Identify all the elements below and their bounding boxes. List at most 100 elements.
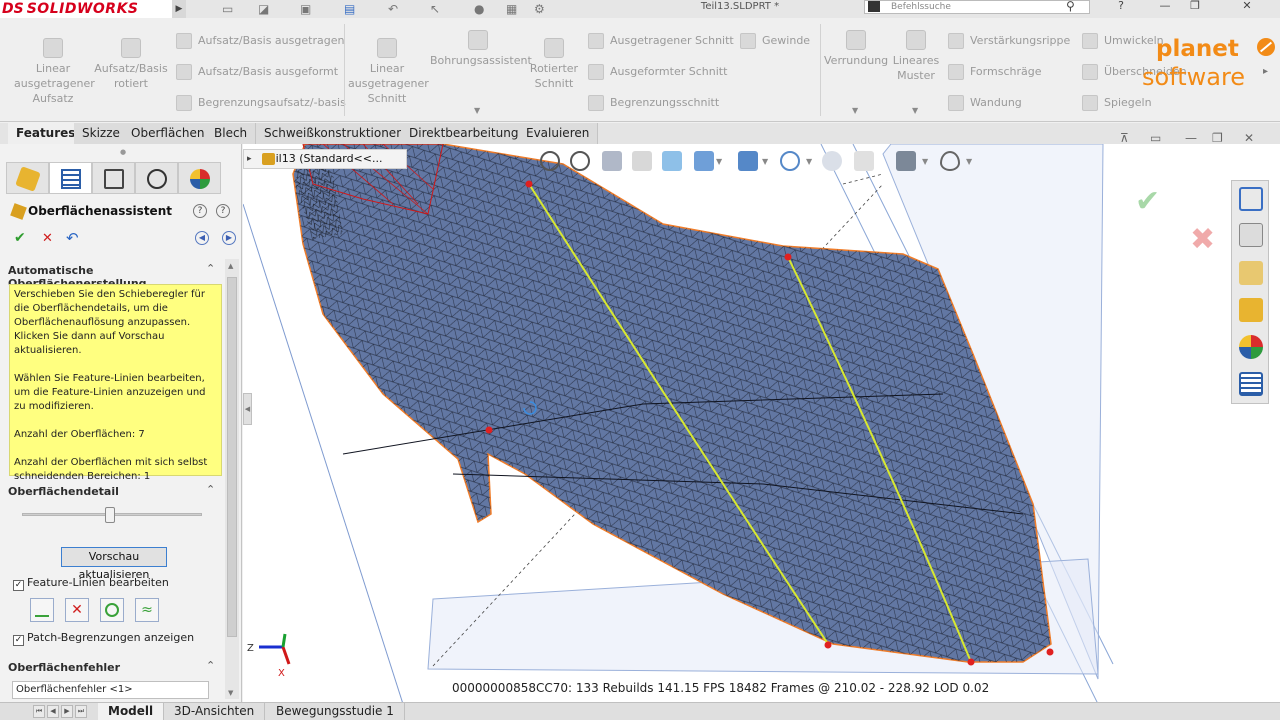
surface-detail-slider-thumb[interactable]: [105, 507, 116, 523]
ribbon-button-draft[interactable]: Formschräge: [948, 64, 1041, 80]
design-library-icon[interactable]: [1239, 223, 1263, 247]
scroll-down-icon[interactable]: ▼: [228, 689, 233, 697]
chevron-down-icon[interactable]: ▼: [474, 106, 480, 115]
feature-line-endpoint[interactable]: [1046, 648, 1054, 656]
panel-grip-icon[interactable]: ●: [120, 148, 126, 156]
restore-window-icon[interactable]: ❐: [1180, 0, 1210, 14]
view-orientation-icon[interactable]: [694, 151, 714, 171]
chevron-down-icon[interactable]: ▼: [762, 157, 768, 166]
chevron-down-icon[interactable]: ▼: [852, 106, 858, 115]
feature-line-endpoint[interactable]: [784, 253, 792, 261]
rebuild-icon[interactable]: ●: [474, 1, 484, 17]
view-settings-icon[interactable]: [896, 151, 916, 171]
display-style-icon[interactable]: [738, 151, 758, 171]
tab-blech[interactable]: Blech: [206, 123, 257, 144]
zoom-to-fit-icon[interactable]: [540, 151, 560, 171]
ribbon-button-thread[interactable]: Gewinde: [740, 33, 810, 49]
chevron-up-icon[interactable]: ⌃: [206, 262, 215, 275]
edit-appearance-icon[interactable]: [822, 151, 842, 171]
feature-manager-tab[interactable]: [6, 162, 49, 194]
file-properties-icon[interactable]: ▦: [506, 1, 517, 17]
next-tab-icon[interactable]: ▶: [61, 705, 73, 718]
display-manager-tab[interactable]: [178, 162, 221, 194]
save-icon[interactable]: ▣: [300, 1, 311, 17]
viewport-pin-icon[interactable]: ▭: [1150, 131, 1161, 145]
help-icon[interactable]: ?: [1106, 0, 1136, 14]
panel-collapse-handle[interactable]: ◀: [243, 393, 252, 425]
dimxpert-manager-tab[interactable]: [135, 162, 178, 194]
open-document-icon[interactable]: ◪: [258, 1, 269, 17]
ribbon-button-boundary-cut[interactable]: Begrenzungsschnitt: [588, 95, 719, 111]
ribbon-button-hole-wizard[interactable]: Bohrungsassistent: [430, 30, 532, 68]
custom-properties-icon[interactable]: [1239, 372, 1263, 396]
ribbon-button-boundary-boss[interactable]: Begrenzungsaufsatz/-basis: [176, 95, 346, 111]
new-document-icon[interactable]: ▭: [222, 1, 233, 17]
ribbon-button-extrude-cut[interactable]: Linear ausgetragener Schnitt: [348, 38, 429, 106]
feature-line-endpoint[interactable]: [485, 426, 493, 434]
ribbon-button-mirror[interactable]: Spiegeln: [1082, 95, 1152, 111]
tab-3d-views[interactable]: 3D-Ansichten: [164, 703, 266, 720]
menu-expand-icon[interactable]: ▶: [172, 0, 186, 18]
checkbox-checked-icon[interactable]: ✓: [13, 580, 24, 591]
minimize-window-icon[interactable]: —: [1150, 0, 1180, 14]
group-surface-detail-header[interactable]: Oberflächendetail: [8, 485, 222, 498]
tab-features[interactable]: Features: [8, 123, 85, 144]
move-feature-line-button[interactable]: [100, 598, 124, 622]
section-view-icon[interactable]: [632, 151, 652, 171]
smooth-feature-line-button[interactable]: ≈: [135, 598, 159, 622]
chevron-down-icon[interactable]: ▼: [966, 157, 972, 166]
ribbon-button-extrude-boss[interactable]: Linear ausgetragener Aufsatz: [14, 38, 95, 106]
help-icon[interactable]: ?: [216, 204, 230, 218]
update-preview-button[interactable]: Vorschau aktualisieren: [61, 547, 167, 581]
app-logo[interactable]: DS SOLIDWORKS: [0, 0, 172, 18]
previous-view-icon[interactable]: [602, 151, 622, 171]
dynamic-annotation-icon[interactable]: [662, 151, 682, 171]
back-arrow-icon[interactable]: ◀: [195, 231, 209, 245]
next-arrow-icon[interactable]: ▶: [222, 231, 236, 245]
ok-checkmark-icon[interactable]: ✔: [14, 230, 26, 246]
feature-line-endpoint[interactable]: [967, 658, 975, 666]
tab-model[interactable]: Modell: [98, 703, 165, 720]
viewport-close-icon[interactable]: ✕: [1244, 131, 1254, 145]
ribbon-button-swept-cut[interactable]: Ausgetragener Schnitt: [588, 33, 734, 49]
cancel-x-icon[interactable]: ✕: [42, 231, 53, 246]
ribbon-scroll-right-icon[interactable]: ▸: [1263, 66, 1268, 77]
select-icon[interactable]: ↖: [430, 1, 440, 17]
ribbon-button-revolve-boss[interactable]: Aufsatz/Basis rotiert: [94, 38, 168, 91]
hide-show-items-icon[interactable]: [780, 151, 800, 171]
options-gear-icon[interactable]: ⚙: [534, 1, 545, 17]
scroll-up-icon[interactable]: ▲: [228, 262, 233, 270]
ribbon-button-rib[interactable]: Verstärkungsrippe: [948, 33, 1070, 49]
chevron-down-icon[interactable]: ▼: [806, 157, 812, 166]
feature-line-endpoint[interactable]: [525, 180, 533, 188]
viewport-restore-icon[interactable]: ❐: [1212, 131, 1223, 145]
ribbon-button-lofted-cut[interactable]: Ausgeformter Schnitt: [588, 64, 727, 80]
edit-feature-lines-checkbox[interactable]: ✓ Feature-Linien bearbeiten: [13, 576, 169, 591]
tab-evaluieren[interactable]: Evaluieren: [518, 123, 599, 144]
command-search-input[interactable]: Befehlssuche: [864, 0, 1090, 14]
undo-icon[interactable]: ↶: [388, 1, 398, 17]
chevron-up-icon[interactable]: ⌃: [206, 483, 215, 496]
file-explorer-icon[interactable]: [1239, 261, 1263, 285]
ribbon-button-linear-pattern[interactable]: Lineares Muster: [890, 30, 942, 83]
appearances-icon[interactable]: [1239, 335, 1263, 359]
apply-scene-icon[interactable]: [854, 151, 874, 171]
ribbon-button-fillet[interactable]: Verrundung: [824, 30, 888, 68]
chevron-up-icon[interactable]: ⌃: [206, 659, 215, 672]
surface-error-list-item[interactable]: Oberflächenfehler <1>: [12, 681, 209, 699]
graphics-area[interactable]: Z X: [243, 144, 1280, 702]
first-tab-icon[interactable]: ⏮: [33, 705, 45, 718]
checkbox-checked-icon[interactable]: ✓: [13, 635, 24, 646]
undo-icon[interactable]: ↶: [66, 229, 79, 247]
ribbon-button-revolve-cut[interactable]: Rotierter Schnitt: [528, 38, 580, 91]
delete-feature-line-button[interactable]: ✕: [65, 598, 89, 622]
tab-oberflaechen[interactable]: Oberflächen: [123, 123, 214, 144]
close-window-icon[interactable]: ✕: [1232, 0, 1262, 14]
feature-line-endpoint[interactable]: [824, 641, 832, 649]
show-patch-bounds-checkbox[interactable]: ✓ Patch-Begrenzungen anzeigen: [13, 631, 194, 646]
chevron-down-icon[interactable]: ▼: [912, 106, 918, 115]
home-icon[interactable]: [1239, 187, 1263, 211]
confirm-ok-checkmark-icon[interactable]: ✔: [1135, 184, 1160, 219]
tab-schweisskonstruktionen[interactable]: Schweißkonstruktionen: [256, 123, 413, 144]
eye-icon[interactable]: [940, 151, 960, 171]
